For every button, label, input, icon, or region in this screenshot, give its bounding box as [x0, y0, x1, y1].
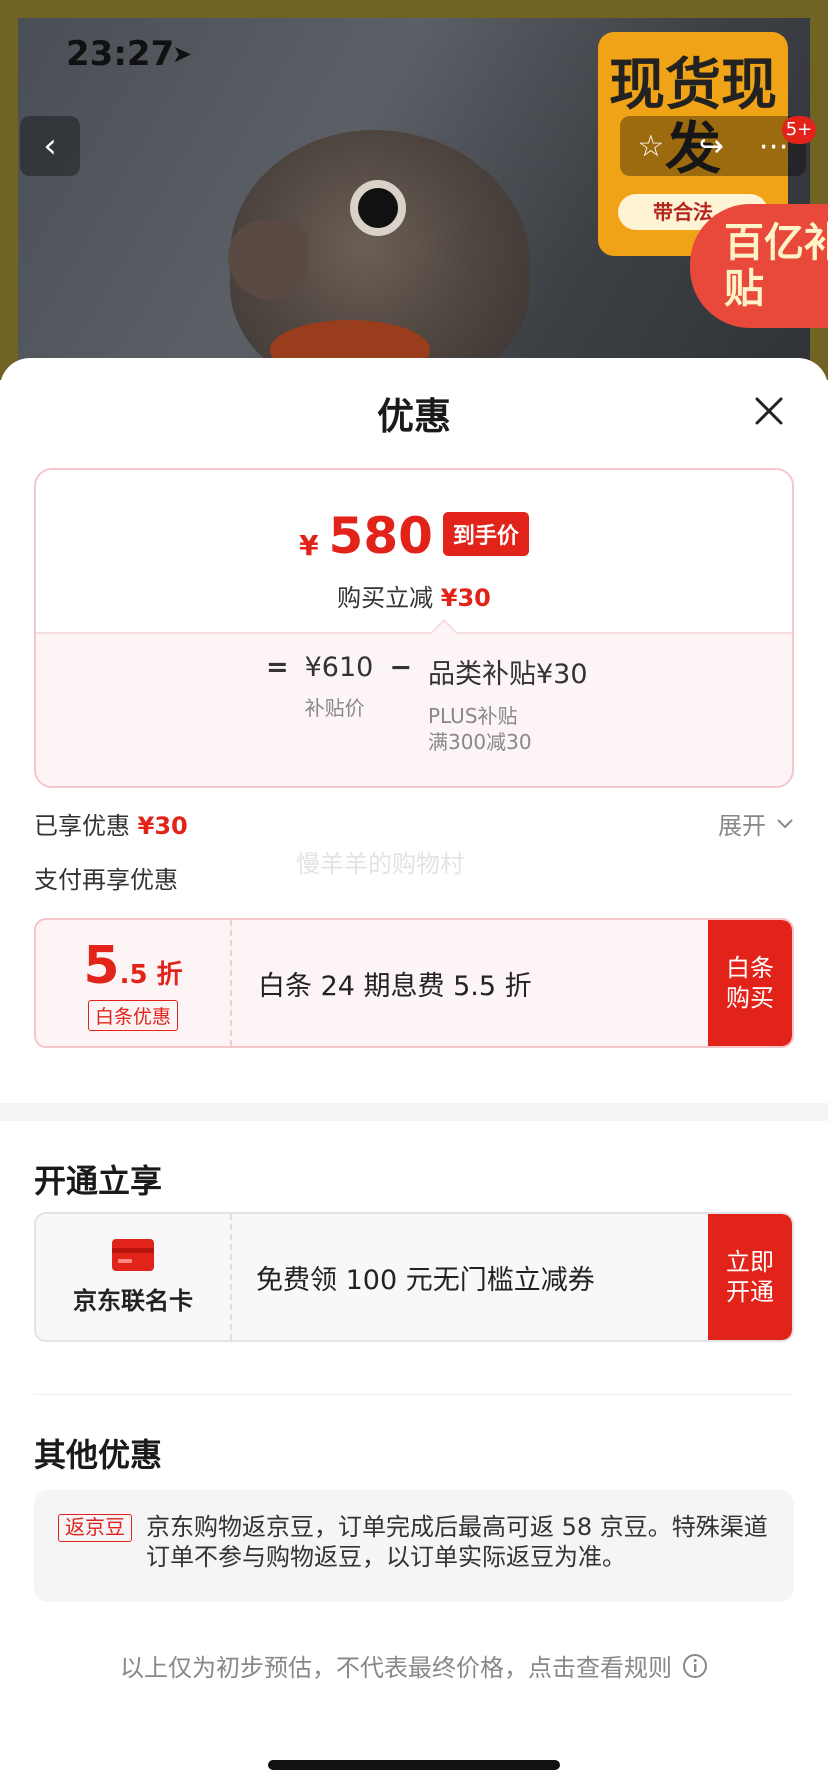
jd-card-desc: 免费领 100 元无门槛立减券: [256, 1264, 595, 1296]
minus-sign: −: [389, 652, 412, 683]
instant-discount-label: 购买立减: [337, 584, 434, 612]
expand-label: 展开: [718, 812, 766, 840]
top-action-icons: ☆ ↪ ⋯: [620, 116, 806, 176]
category-subsidy: 品类补贴¥30: [427, 659, 588, 690]
home-indicator: [268, 1760, 560, 1770]
status-time: 23:27: [66, 34, 175, 74]
baitiao-desc: 白条 24 期息费 5.5 折: [258, 970, 532, 1002]
section-divider: [0, 1103, 828, 1121]
final-price: 580: [328, 507, 433, 565]
close-button[interactable]: [746, 388, 792, 434]
cart-count-badge: 5+: [782, 116, 816, 144]
enjoyed-label: 已享优惠: [34, 812, 130, 840]
expand-button[interactable]: 展开: [718, 806, 794, 841]
plus-subsidy-note: PLUS补贴: [427, 704, 518, 728]
final-price-block: ¥ 580 到手价 购买立减 ¥30: [36, 470, 792, 632]
instant-discount-value: ¥30: [440, 584, 491, 612]
jd-card-block: 京东联名卡: [36, 1214, 232, 1340]
price-currency: ¥: [299, 529, 319, 562]
discount-sheet: 优惠 ¥ 580 到手价 购买立减 ¥30 = ¥610 补贴价 − 品类补贴¥…: [0, 358, 828, 1792]
instant-discount: 购买立减 ¥30: [36, 578, 792, 613]
price-breakdown: = ¥610 补贴价 − 品类补贴¥30 PLUS补贴 满300减30: [36, 618, 792, 786]
product-image-area: 23:27 ➤ ◠ 86 ‹ 现货现发 带合法… ☆ ↪ ⋯ 5+ 百亿补贴: [0, 0, 828, 380]
divider-line: [34, 1394, 794, 1395]
baitiao-rate-small: .5 折: [119, 959, 183, 990]
enjoyed-discount-row: 已享优惠 ¥30 展开: [34, 806, 794, 841]
base-price-label: 补贴价: [304, 696, 365, 720]
bean-text: 京东购物返京豆，订单完成后最高可返 58 京豆。特殊渠道订单不参与购物返豆，以订…: [146, 1513, 768, 1571]
location-arrow-icon: ➤: [172, 40, 193, 68]
enjoyed-value: ¥30: [137, 812, 188, 840]
jd-card-name: 京东联名卡: [73, 1286, 193, 1315]
jd-card-offer: 京东联名卡 免费领 100 元无门槛立减券 立即 开通: [34, 1212, 794, 1342]
enjoyed-discount: 已享优惠 ¥30: [34, 806, 188, 841]
other-section-title: 其他优惠: [34, 1436, 163, 1474]
price-card: ¥ 580 到手价 购买立减 ¥30 = ¥610 补贴价 − 品类补贴¥30 …: [34, 468, 794, 788]
share-icon[interactable]: ↪: [699, 129, 724, 164]
chevron-down-icon: [777, 818, 793, 828]
screen: 23:27 ➤ ◠ 86 ‹ 现货现发 带合法… ☆ ↪ ⋯ 5+ 百亿补贴 优…: [0, 0, 828, 1792]
baitiao-tag: 白条优惠: [87, 999, 178, 1031]
base-price-col: ¥610 补贴价: [305, 652, 374, 721]
subsidy-badge: 百亿补贴: [690, 204, 828, 328]
star-icon[interactable]: ☆: [637, 129, 664, 164]
baitiao-buy-button[interactable]: 白条 购买: [708, 920, 792, 1046]
baitiao-offer-card: 5.5 折 白条优惠 白条 24 期息费 5.5 折 白条 购买: [34, 918, 794, 1048]
baitiao-rate-big: 5: [83, 935, 120, 996]
info-icon: [683, 1653, 707, 1678]
rules-link[interactable]: 以上仅为初步预估，不代表最终价格，点击查看规则: [0, 1648, 828, 1683]
back-button[interactable]: ‹: [20, 116, 80, 176]
subsidy-col: 品类补贴¥30 PLUS补贴 满300减30: [428, 652, 588, 755]
watermark: 慢羊羊的购物村: [296, 850, 464, 878]
baitiao-rate: 5.5 折: [83, 936, 182, 996]
bean-tag: 返京豆: [58, 1514, 132, 1542]
final-price-line: ¥ 580 到手价: [36, 508, 792, 564]
sheet-title: 优惠: [377, 395, 451, 438]
close-icon: [755, 397, 783, 425]
footer-note: 以上仅为初步预估，不代表最终价格，点击查看规则: [120, 1654, 672, 1682]
open-section-title: 开通立享: [34, 1162, 163, 1200]
price-formula: = ¥610 补贴价 − 品类补贴¥30 PLUS补贴 满300减30: [266, 652, 588, 755]
base-price: ¥610: [304, 652, 374, 683]
open-now-button[interactable]: 立即 开通: [708, 1214, 792, 1340]
jd-bean-info: 返京豆 京东购物返京豆，订单完成后最高可返 58 京豆。特殊渠道订单不参与购物返…: [34, 1490, 794, 1602]
equals-sign: =: [266, 652, 289, 683]
final-price-tag: 到手价: [442, 512, 529, 556]
plus-subsidy-threshold: 满300减30: [427, 730, 532, 754]
baitiao-rate-block: 5.5 折 白条优惠: [36, 920, 232, 1046]
pay-more-label: 支付再享优惠: [34, 866, 178, 894]
credit-card-icon: [112, 1238, 154, 1271]
